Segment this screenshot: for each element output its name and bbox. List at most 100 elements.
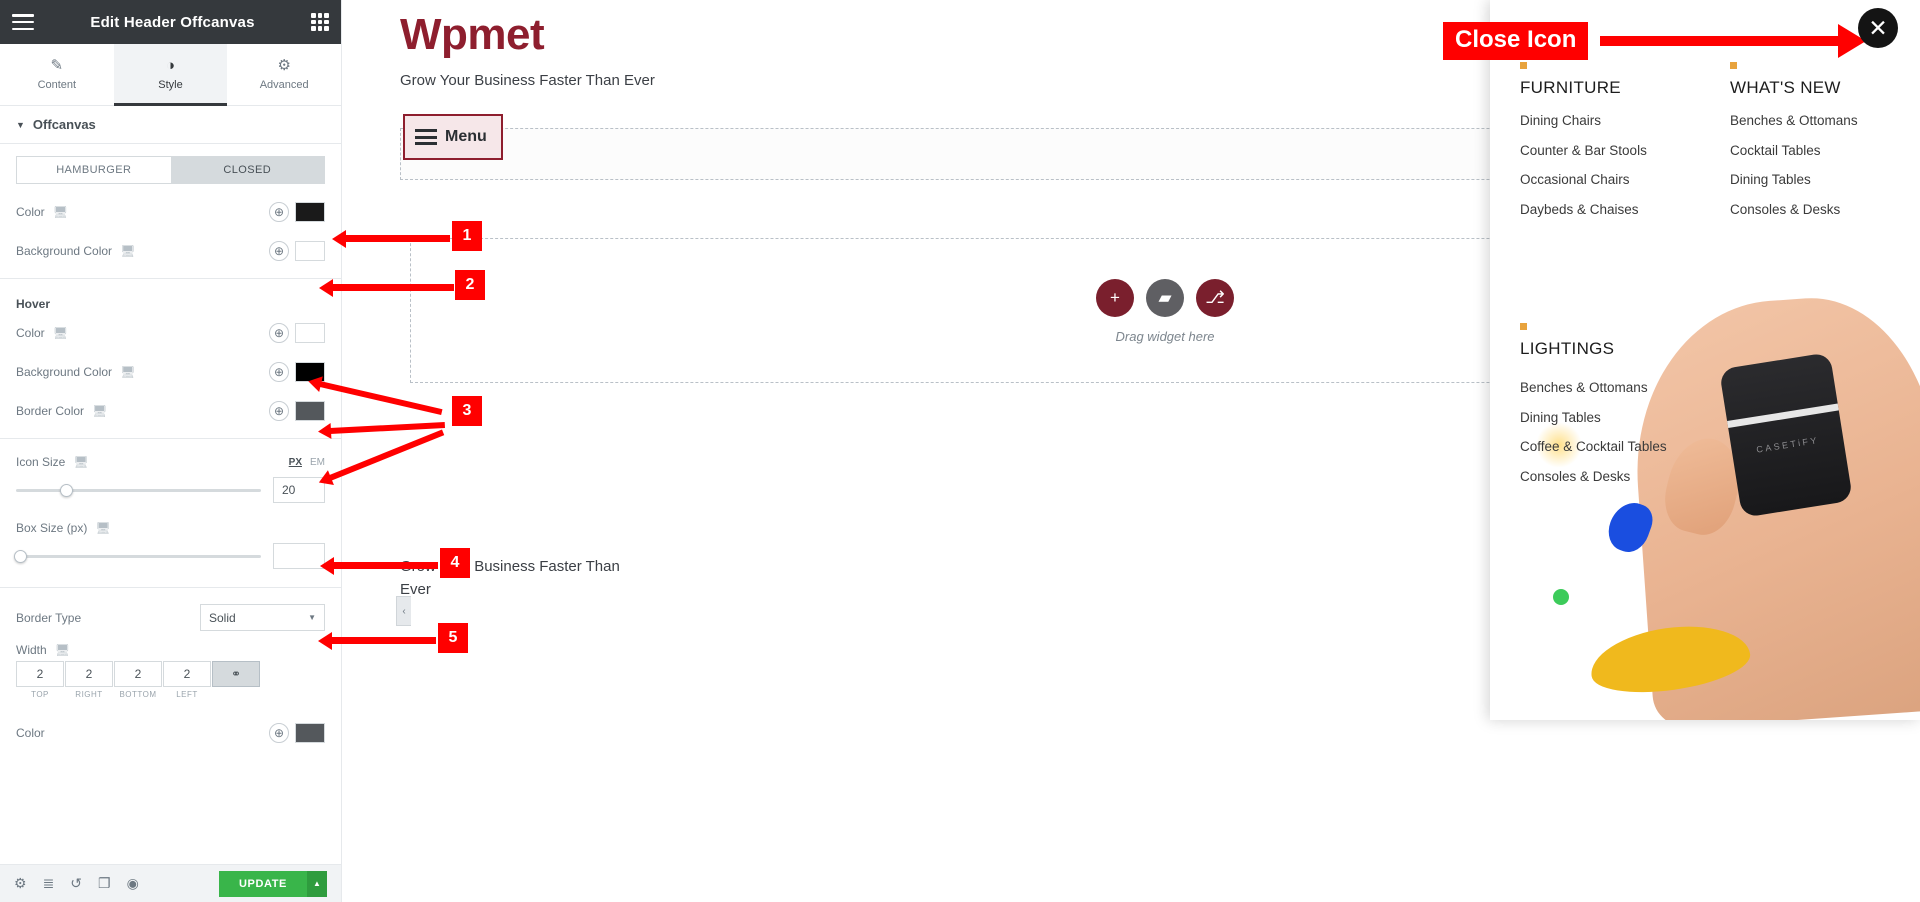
grid-icon[interactable] [310, 13, 329, 31]
folder-icon[interactable]: ▰ [1146, 279, 1184, 317]
width-right-caption: RIGHT [75, 690, 103, 699]
update-control: UPDATE ▲ [218, 870, 327, 897]
width-link: ⚭ [212, 661, 260, 699]
hamburger-icon[interactable] [12, 14, 34, 30]
list-item[interactable]: Cocktail Tables [1730, 143, 1880, 159]
link-icon[interactable]: ⚭ [212, 661, 260, 687]
toggle-hamburger[interactable]: HAMBURGER [17, 157, 171, 183]
background-color-label: Background Color [16, 243, 113, 258]
responsive-mode-icon[interactable]: ❐ [98, 875, 111, 892]
width-left-caption: LEFT [176, 690, 198, 699]
offcanvas-lightings-list: Benches & Ottomans Dining Tables Coffee … [1520, 380, 1670, 499]
width-top-input[interactable]: 2 [16, 661, 64, 687]
toggle-closed[interactable]: CLOSED [170, 157, 324, 183]
row-border-color: Color ⊕ [0, 713, 341, 752]
list-item[interactable]: Dining Tables [1520, 410, 1670, 426]
tab-advanced-label: Advanced [259, 79, 309, 91]
close-icon[interactable]: ✕ [1858, 8, 1898, 48]
list-item[interactable]: Consoles & Desks [1520, 469, 1670, 485]
unit-px[interactable]: PX [289, 457, 302, 468]
annotation-number-1: 1 [452, 221, 482, 251]
icon-size-label: Icon Size [16, 455, 66, 469]
annotation-arrow-4 [320, 556, 438, 575]
border-type-select[interactable]: Solid ▼ [200, 604, 325, 631]
tab-advanced[interactable]: ⚙ Advanced [227, 44, 341, 105]
monitor-icon[interactable]: 🖥 [53, 326, 68, 340]
monitor-icon[interactable]: 🖥 [120, 244, 135, 258]
width-right-input[interactable]: 2 [65, 661, 113, 687]
list-item[interactable]: Dining Chairs [1520, 113, 1670, 129]
divider [0, 278, 341, 279]
row-hover-border-color: Border Color 🖥 ⊕ [0, 391, 341, 430]
gear-icon: ⚙ [277, 57, 291, 74]
global-color-icon[interactable]: ⊕ [269, 201, 289, 222]
section-offcanvas[interactable]: ▼ Offcanvas [0, 106, 341, 144]
hover-border-color-swatch[interactable] [295, 400, 325, 421]
settings-gear-icon[interactable]: ⚙ [14, 875, 27, 892]
list-item[interactable]: Benches & Ottomans [1520, 380, 1670, 396]
tab-content[interactable]: ✎ Content [0, 44, 114, 105]
list-item[interactable]: Dining Tables [1730, 172, 1880, 188]
template-icon[interactable]: ⎇ [1196, 279, 1234, 317]
layers-icon[interactable]: ≣ [43, 875, 55, 892]
site-title: Wpmet [400, 10, 545, 59]
monitor-icon[interactable]: 🖥 [55, 643, 70, 657]
background-color-swatch[interactable] [295, 240, 325, 261]
tab-style[interactable]: ◑ Style [113, 44, 228, 106]
unit-em[interactable]: EM [310, 457, 325, 468]
list-item[interactable]: Coffee & Cocktail Tables [1520, 439, 1670, 455]
icon-size-slider-knob[interactable] [60, 483, 74, 497]
box-size-slider-knob[interactable] [13, 549, 27, 563]
column-heading: WHAT'S NEW [1730, 78, 1841, 97]
section-offcanvas-label: Offcanvas [32, 117, 96, 132]
history-icon[interactable]: ↺ [70, 875, 82, 892]
width-label-row: Width 🖥 [0, 635, 341, 661]
width-bottom-input[interactable]: 2 [114, 661, 162, 687]
box-size-control: Box Size (px) 🖥 [0, 513, 341, 579]
global-color-icon[interactable]: ⊕ [269, 240, 289, 261]
earbuds-case-image: CASETiFY [1718, 352, 1854, 518]
global-color-icon[interactable]: ⊕ [269, 400, 289, 421]
monitor-icon[interactable]: 🖥 [95, 521, 110, 535]
menu-toggle-widget[interactable]: Menu [403, 114, 503, 160]
divider [0, 438, 341, 439]
list-item[interactable]: Benches & Ottomans [1730, 113, 1880, 129]
section-heading: LIGHTINGS [1520, 339, 1615, 358]
list-item[interactable]: Occasional Chairs [1520, 172, 1670, 188]
global-color-icon[interactable]: ⊕ [269, 322, 289, 343]
chevron-down-icon: ▼ [16, 119, 25, 130]
icon-size-input[interactable]: 20 [273, 477, 325, 503]
width-right: 2 RIGHT [65, 661, 113, 699]
border-color-swatch[interactable] [295, 722, 325, 743]
color-swatch[interactable] [295, 201, 325, 222]
monitor-icon[interactable]: 🖥 [92, 404, 107, 418]
app-root: Edit Header Offcanvas ✎ Content ◑ Style … [0, 0, 1920, 902]
monitor-icon[interactable]: 🖥 [120, 365, 135, 379]
list-item[interactable]: Daybeds & Chaises [1520, 202, 1670, 218]
update-options-caret-icon[interactable]: ▲ [307, 870, 327, 897]
icon-size-slider[interactable] [16, 483, 261, 497]
annotation-close-icon-label: Close Icon [1443, 22, 1589, 60]
global-color-icon[interactable]: ⊕ [269, 722, 289, 743]
preview-eye-icon[interactable]: ◉ [127, 875, 139, 892]
list-item[interactable]: Consoles & Desks [1730, 202, 1880, 218]
panel-body: ▼ Offcanvas HAMBURGER CLOSED Color 🖥 ⊕ B… [0, 106, 341, 864]
list-item[interactable]: Counter & Bar Stools [1520, 143, 1670, 159]
width-left-input[interactable]: 2 [163, 661, 211, 687]
tab-style-label: Style [158, 79, 183, 91]
monitor-icon[interactable]: 🖥 [53, 205, 68, 219]
update-button[interactable]: UPDATE [218, 870, 307, 897]
box-size-input[interactable] [273, 543, 325, 569]
monitor-icon[interactable]: 🖥 [73, 455, 88, 469]
annotation-number-2: 2 [455, 270, 485, 300]
box-size-slider[interactable] [13, 549, 261, 563]
panel-title: Edit Header Offcanvas [90, 13, 255, 31]
menu-toggle-label: Menu [445, 128, 487, 145]
global-color-icon[interactable]: ⊕ [269, 361, 289, 382]
divider [0, 587, 341, 588]
icon-size-control: Icon Size 🖥 PX EM 20 [0, 447, 341, 513]
width-bottom-caption: BOTTOM [119, 690, 157, 699]
hover-color-swatch[interactable] [295, 322, 325, 343]
add-widget-icon[interactable]: + [1096, 279, 1134, 317]
annotation-arrow-5 [318, 631, 436, 650]
